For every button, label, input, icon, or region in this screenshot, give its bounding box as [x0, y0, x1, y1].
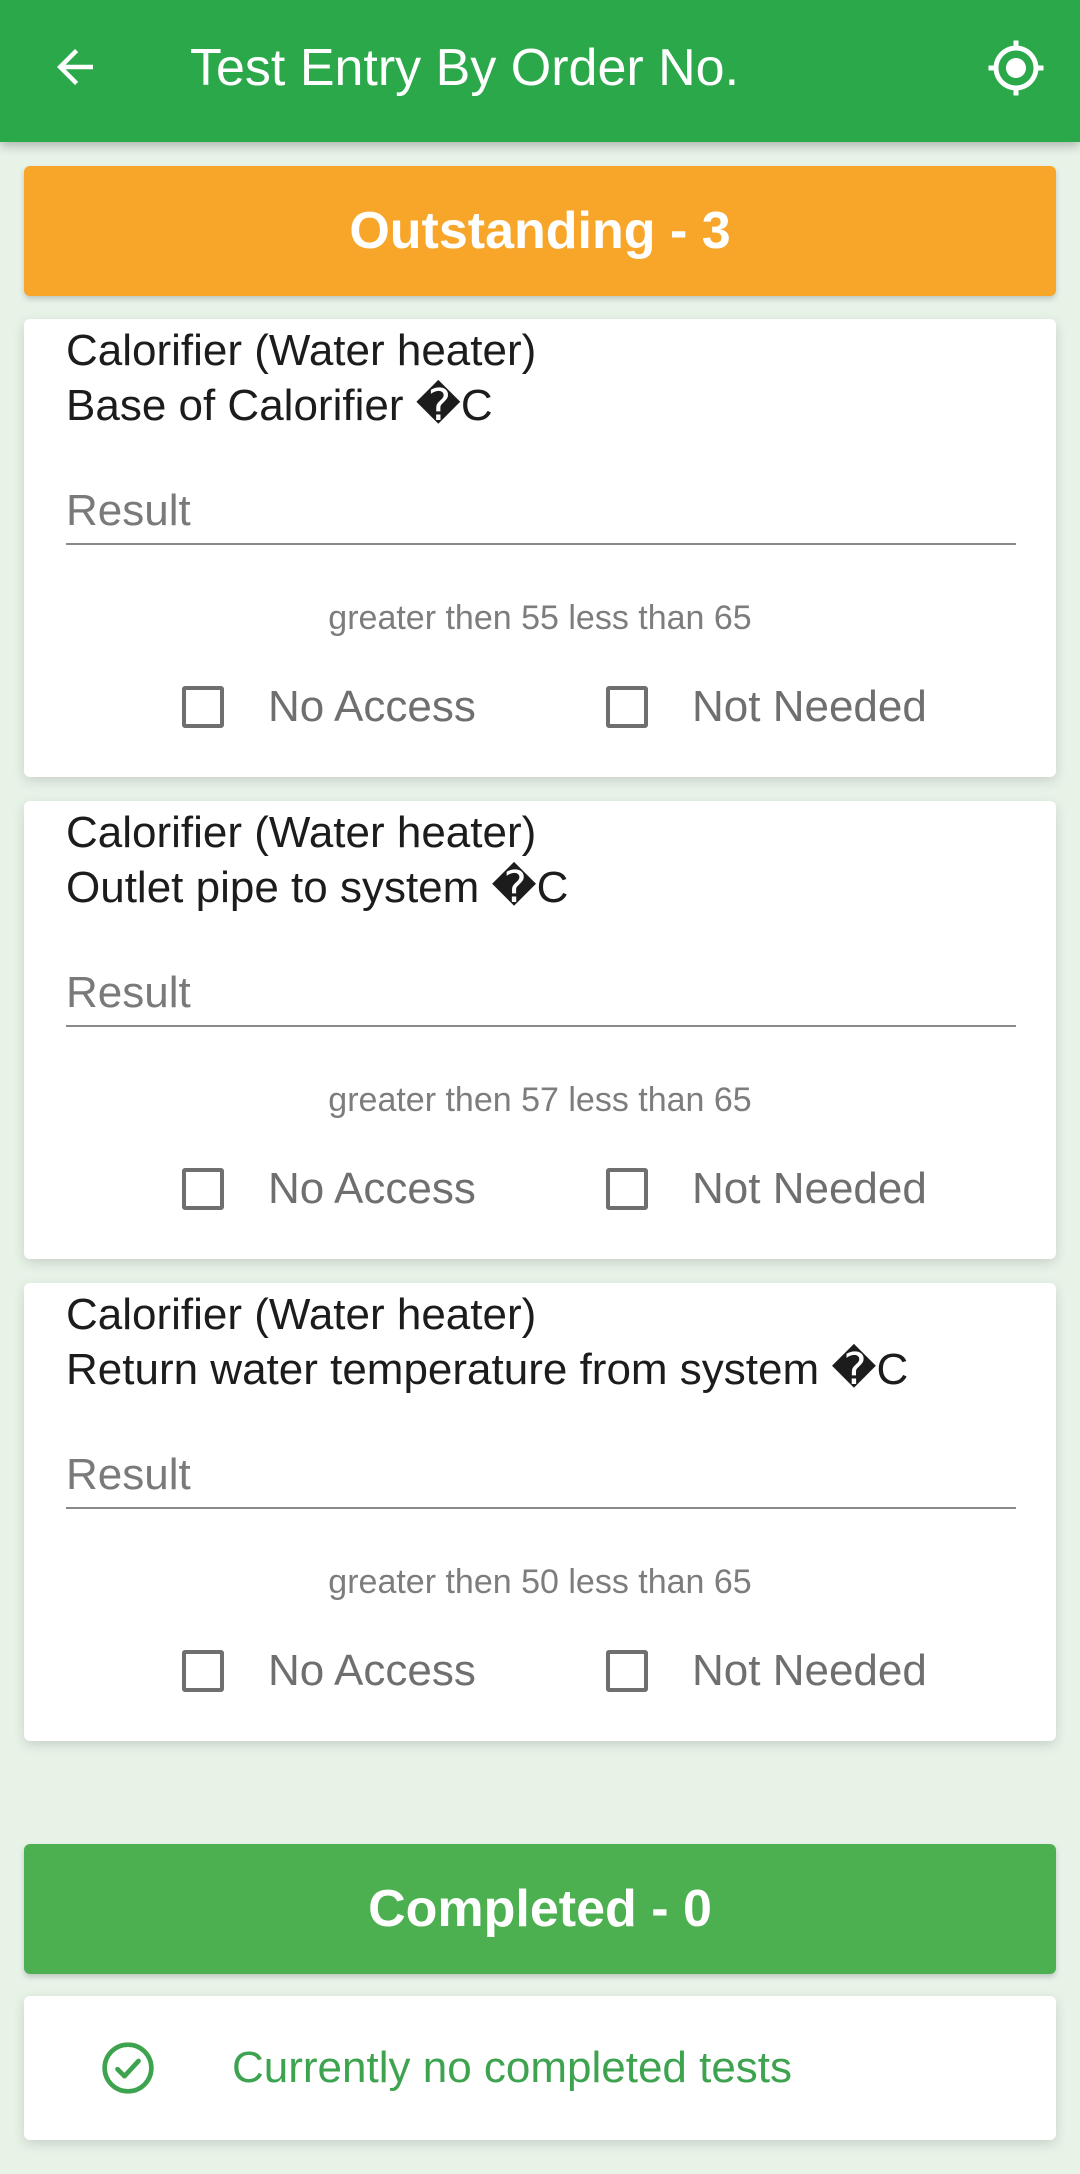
- result-input[interactable]: [66, 1443, 1016, 1509]
- test-measurement-name: Return water temperature from system �C: [66, 1345, 909, 1394]
- result-range-hint: greater then 50 less than 65: [328, 1563, 752, 1601]
- no-access-checkbox[interactable]: No Access: [182, 1639, 476, 1703]
- no-access-checkbox[interactable]: No Access: [182, 675, 476, 739]
- not-needed-label[interactable]: Not Needed: [692, 1646, 927, 1696]
- test-asset-name: Calorifier (Water heater): [66, 326, 537, 375]
- result-input[interactable]: [66, 479, 1016, 545]
- not-needed-label[interactable]: Not Needed: [692, 1164, 927, 1214]
- test-card: Calorifier (Water heater) Outlet pipe to…: [24, 801, 1056, 1259]
- test-measurement-name: Base of Calorifier �C: [66, 381, 493, 430]
- check-circle-icon: [102, 2042, 154, 2094]
- test-card: Calorifier (Water heater) Return water t…: [24, 1283, 1056, 1741]
- not-needed-label[interactable]: Not Needed: [692, 682, 927, 732]
- not-needed-checkbox[interactable]: Not Needed: [606, 1639, 927, 1703]
- no-access-label[interactable]: No Access: [268, 1164, 476, 1214]
- completed-empty-state: Currently no completed tests: [24, 1996, 1056, 2140]
- empty-message: Currently no completed tests: [232, 2043, 793, 2092]
- no-access-label[interactable]: No Access: [268, 682, 476, 732]
- test-measurement-name: Outlet pipe to system �C: [66, 863, 569, 912]
- no-access-label[interactable]: No Access: [268, 1646, 476, 1696]
- gps-fixed-icon[interactable]: [986, 38, 1046, 98]
- result-range-hint: greater then 57 less than 65: [328, 1081, 752, 1119]
- checkbox-box[interactable]: [606, 1650, 648, 1692]
- checkbox-box[interactable]: [606, 686, 648, 728]
- result-range-hint: greater then 55 less than 65: [328, 599, 752, 637]
- not-needed-checkbox[interactable]: Not Needed: [606, 1157, 927, 1221]
- test-card: Calorifier (Water heater) Base of Calori…: [24, 319, 1056, 777]
- app-bar: Test Entry By Order No.: [0, 0, 1080, 142]
- arrow-back-icon[interactable]: [48, 40, 102, 94]
- completed-header[interactable]: Completed - 0: [24, 1844, 1056, 1974]
- checkbox-box[interactable]: [182, 1650, 224, 1692]
- test-asset-name: Calorifier (Water heater): [66, 808, 537, 857]
- page-title: Test Entry By Order No.: [190, 39, 740, 97]
- no-access-checkbox[interactable]: No Access: [182, 1157, 476, 1221]
- checkbox-box[interactable]: [182, 1168, 224, 1210]
- not-needed-checkbox[interactable]: Not Needed: [606, 675, 927, 739]
- checkbox-box[interactable]: [182, 686, 224, 728]
- checkbox-box[interactable]: [606, 1168, 648, 1210]
- result-input[interactable]: [66, 961, 1016, 1027]
- outstanding-header[interactable]: Outstanding - 3: [24, 166, 1056, 296]
- test-asset-name: Calorifier (Water heater): [66, 1290, 537, 1339]
